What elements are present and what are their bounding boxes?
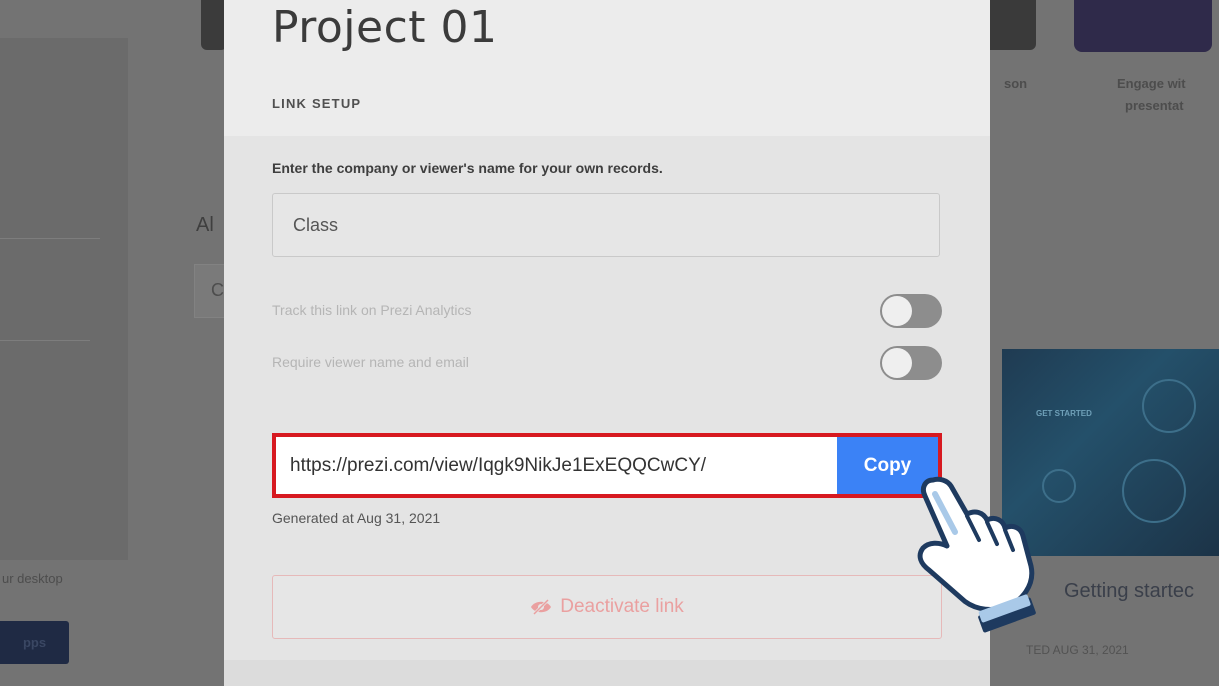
viewer-name-input[interactable] — [272, 193, 940, 257]
thumbnail — [990, 0, 1036, 50]
require-email-label: Require viewer name and email — [272, 354, 469, 370]
track-analytics-label: Track this link on Prezi Analytics — [272, 302, 472, 318]
modal-title: Project 01 — [272, 2, 498, 53]
divider — [0, 238, 100, 239]
section-label: LINK SETUP — [272, 96, 362, 111]
require-email-row: Require viewer name and email — [272, 346, 942, 380]
toggle-knob — [882, 296, 912, 326]
modal-footer — [224, 660, 990, 686]
deactivate-label: Deactivate link — [560, 596, 684, 617]
track-analytics-row: Track this link on Prezi Analytics — [272, 294, 942, 328]
modal-header: Project 01 LINK SETUP — [224, 0, 990, 136]
bg-desktop-text: ur desktop — [2, 571, 63, 586]
bg-card-caption: presentat — [1125, 98, 1184, 113]
bg-heading: Al — [196, 214, 214, 236]
toggle-knob — [882, 348, 912, 378]
divider — [0, 340, 90, 341]
bg-card-caption: Engage wit — [1117, 76, 1186, 91]
decor-circle — [1142, 379, 1196, 433]
thumbnail — [1074, 0, 1212, 52]
require-email-toggle[interactable] — [880, 346, 942, 380]
decor-circle — [1122, 459, 1186, 523]
generated-date: Generated at Aug 31, 2021 — [272, 510, 441, 526]
get-apps-button: pps — [0, 621, 69, 664]
bg-search-text: C — [211, 280, 224, 300]
sidebar-panel — [0, 38, 128, 560]
bg-card-title: Getting startec — [1064, 580, 1195, 602]
share-link-box: https://prezi.com/view/Iqgk9NikJe1ExEQQC… — [272, 433, 942, 498]
deactivate-link-button[interactable]: Deactivate link — [272, 575, 942, 639]
bg-card-caption: son — [1004, 76, 1028, 91]
pointing-hand-icon — [917, 476, 1036, 633]
share-link-url[interactable]: https://prezi.com/view/Iqgk9NikJe1ExEQQC… — [276, 437, 837, 494]
name-instruction: Enter the company or viewer's name for y… — [272, 160, 663, 176]
card-badge: GET STARTED — [1036, 409, 1092, 418]
track-analytics-toggle[interactable] — [880, 294, 942, 328]
eye-slash-icon — [531, 599, 552, 615]
share-link-modal: Project 01 LINK SETUP Enter the company … — [224, 0, 990, 686]
